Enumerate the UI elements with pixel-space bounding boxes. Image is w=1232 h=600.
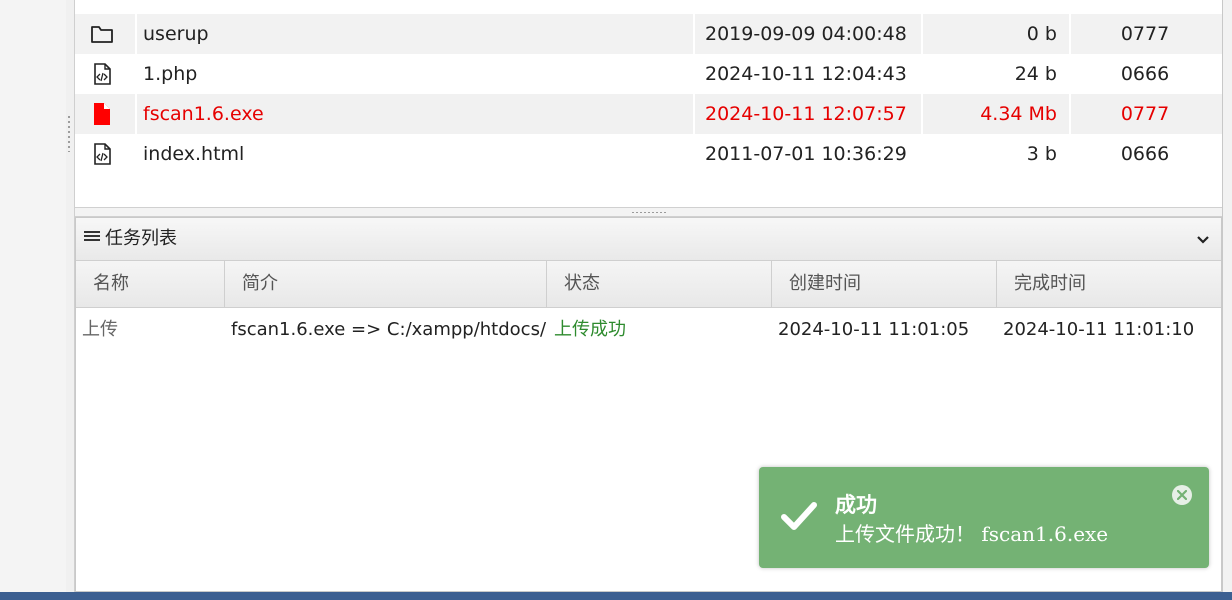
- file-icon: [89, 101, 115, 127]
- column-header-name[interactable]: 名称: [76, 261, 225, 307]
- file-row-indexhtml[interactable]: index.html 2011-07-01 10:36:29 3 b 0666: [75, 134, 1222, 174]
- taskbar-edge: [0, 592, 1232, 600]
- left-panel: [0, 0, 67, 592]
- file-date: 2024-10-11 12:07:57: [693, 94, 931, 134]
- file-size: 0 b: [921, 14, 1067, 54]
- file-row-fscan[interactable]: fscan1.6.exe 2024-10-11 12:07:57 4.34 Mb…: [75, 94, 1222, 134]
- file-name[interactable]: fscan1.6.exe: [135, 94, 699, 134]
- code-file-icon: [89, 141, 115, 167]
- column-header-desc[interactable]: 简介: [225, 261, 547, 307]
- list-icon: [84, 231, 100, 245]
- splitter-grip[interactable]: [632, 212, 668, 213]
- vertical-splitter[interactable]: [66, 0, 75, 592]
- splitter-grip[interactable]: [68, 116, 70, 152]
- task-desc: fscan1.6.exe => C:/xampp/htdocs/d: [231, 319, 547, 340]
- file-name[interactable]: index.html: [135, 134, 699, 174]
- file-size: 3 b: [921, 134, 1067, 174]
- column-header-status[interactable]: 状态: [547, 261, 772, 307]
- task-table-header: 名称 简介 状态 创建时间 完成时间: [76, 261, 1221, 308]
- file-permission[interactable]: 0666: [1069, 134, 1219, 174]
- horizontal-splitter[interactable]: [75, 207, 1222, 217]
- file-size: 4.34 Mb: [921, 94, 1067, 134]
- success-toast[interactable]: 成功 上传文件成功！ fscan1.6.exe: [759, 467, 1209, 568]
- toast-message: 上传文件成功！ fscan1.6.exe: [835, 522, 1109, 546]
- column-header-created[interactable]: 创建时间: [772, 261, 997, 307]
- task-type: 上传: [82, 319, 118, 340]
- close-icon[interactable]: [1172, 485, 1192, 505]
- right-edge: [1222, 0, 1232, 592]
- folder-icon: [89, 21, 115, 47]
- file-name[interactable]: 1.php: [135, 54, 699, 94]
- toast-title: 成功: [835, 492, 877, 517]
- file-row-userup[interactable]: userup 2019-09-09 04:00:48 0 b 0777: [75, 14, 1222, 54]
- file-permission[interactable]: 0666: [1069, 54, 1219, 94]
- file-date: 2011-07-01 10:36:29: [693, 134, 931, 174]
- file-size: 24 b: [921, 54, 1067, 94]
- file-date: 2019-09-09 04:00:48: [693, 14, 931, 54]
- file-permission[interactable]: 0777: [1069, 14, 1219, 54]
- file-permission[interactable]: 0777: [1069, 94, 1219, 134]
- chevron-down-icon[interactable]: [1195, 231, 1211, 247]
- check-icon: [781, 501, 817, 531]
- column-header-finished[interactable]: 完成时间: [997, 261, 1221, 307]
- table-row[interactable]: 上传 fscan1.6.exe => C:/xampp/htdocs/d 上传成…: [76, 309, 1221, 351]
- task-created: 2024-10-11 11:01:05: [778, 319, 970, 340]
- task-status: 上传成功: [554, 319, 626, 340]
- task-panel-title: 任务列表: [105, 228, 177, 249]
- code-file-icon: [89, 61, 115, 87]
- file-date: 2024-10-11 12:04:43: [693, 54, 931, 94]
- file-row-1php[interactable]: 1.php 2024-10-11 12:04:43 24 b 0666: [75, 54, 1222, 94]
- task-panel-header[interactable]: 任务列表: [76, 218, 1221, 261]
- task-finished: 2024-10-11 11:01:10: [1003, 319, 1195, 340]
- file-list: userup 2019-09-09 04:00:48 0 b 0777 1.ph…: [75, 0, 1222, 207]
- file-name[interactable]: userup: [135, 14, 699, 54]
